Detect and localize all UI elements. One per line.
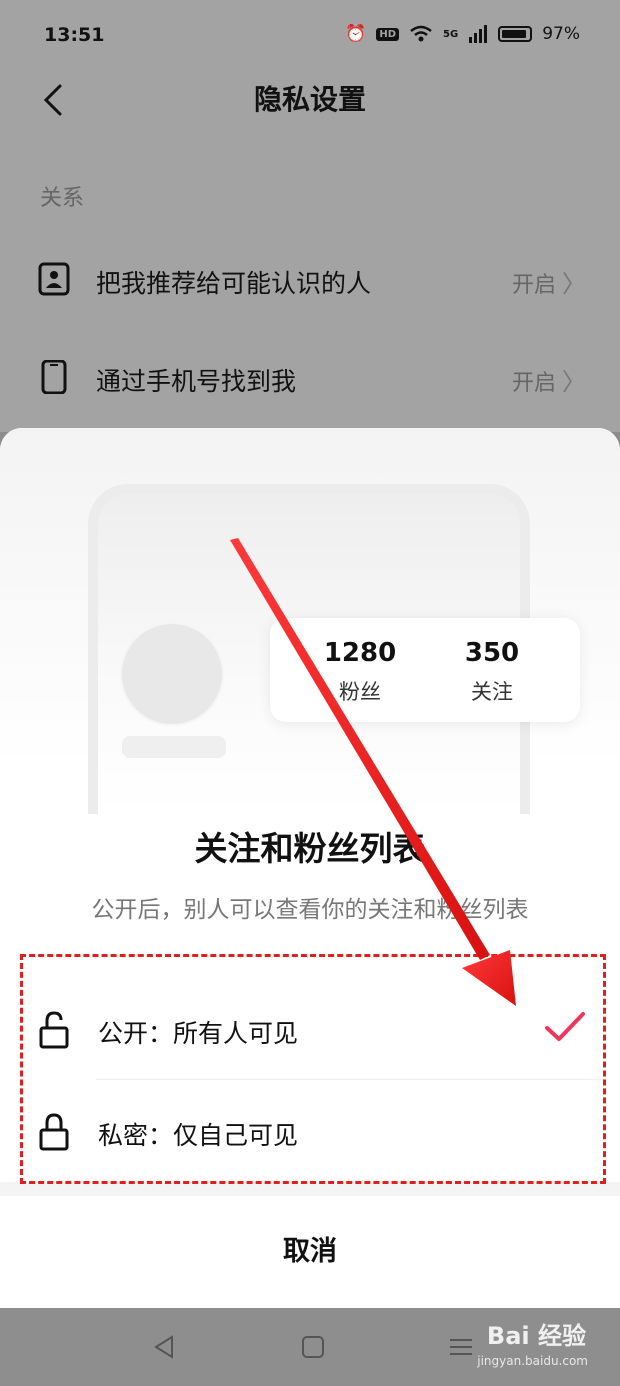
sheet-title: 关注和粉丝列表 (194, 829, 426, 868)
row-phone-label[interactable]: 通过手机号找到我 (96, 362, 296, 398)
status-time: 13:51 (44, 24, 105, 46)
followers-label: 粉丝 (339, 680, 381, 704)
following-label: 关注 (471, 680, 513, 704)
phone-icon (41, 360, 67, 394)
cancel-separator (0, 1182, 620, 1196)
nav-back-icon[interactable] (150, 1332, 180, 1362)
name-placeholder (122, 736, 226, 758)
row-recommend-value: 开启 (511, 273, 556, 298)
contact-card-icon (38, 262, 70, 296)
sheet-description: 公开后，别人可以查看你的关注和粉丝列表 (91, 897, 529, 923)
network-type: 5G (443, 28, 459, 40)
section-title: 关系 (40, 186, 85, 211)
hd-badge: HD (376, 27, 400, 41)
page-title: 隐私设置 (253, 83, 366, 116)
annotation-highlight-box (20, 954, 606, 1184)
wifi-icon (410, 25, 432, 42)
watermark-url: jingyan.baidu.com (477, 1354, 588, 1368)
chevron-right-icon: 〉 (562, 368, 586, 396)
avatar-placeholder (120, 622, 224, 726)
nav-menu-icon[interactable] (446, 1332, 476, 1362)
nav-home-icon[interactable] (298, 1332, 328, 1362)
alarm-icon: ⏰ (345, 24, 367, 44)
status-icons: ⏰ HD 5G 97% (345, 24, 580, 44)
followers-count: 1280 (323, 638, 397, 668)
cancel-button[interactable]: 取消 (0, 1196, 620, 1308)
row-recommend-label[interactable]: 把我推荐给可能认识的人 (96, 264, 371, 300)
stats-card: 1280 粉丝 350 关注 (270, 618, 580, 722)
row-phone-value: 开启 (511, 371, 556, 396)
battery-icon (498, 26, 533, 42)
battery-percent: 97% (542, 24, 580, 44)
following-count: 350 (464, 638, 520, 668)
chevron-right-icon: 〉 (562, 270, 586, 298)
signal-icon (469, 25, 488, 43)
watermark-logo: Bai 经验 (486, 1322, 586, 1350)
